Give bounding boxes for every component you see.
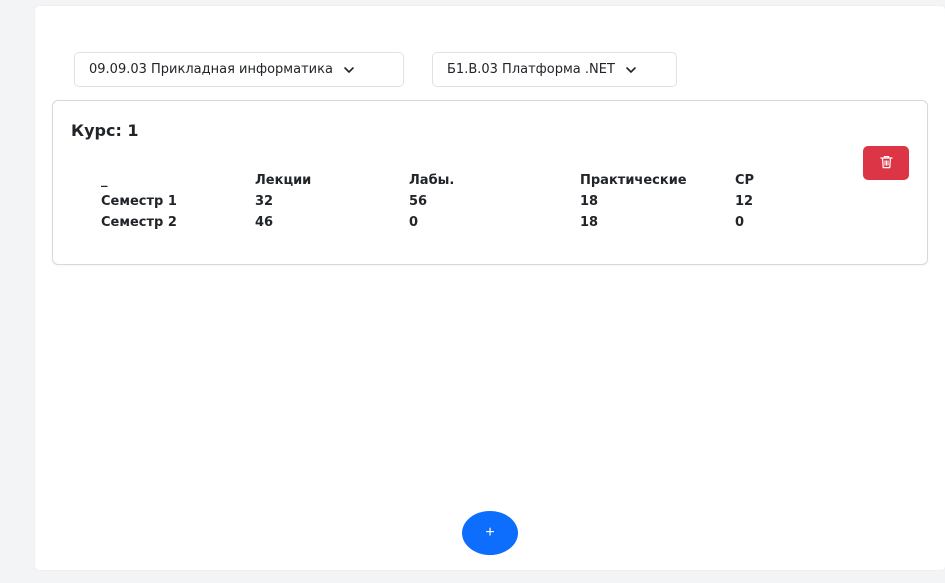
table-header-row: _ Лекции Лабы. Практические СР [101, 161, 795, 188]
table-cell: 18 [580, 194, 599, 209]
chevron-down-icon [625, 64, 637, 76]
table-cell: 12 [735, 194, 754, 209]
discipline-dropdown[interactable]: Б1.В.03 Платформа .NET [432, 52, 677, 87]
plus-icon: + [485, 524, 495, 541]
table-cell: 0 [409, 215, 419, 230]
discipline-dropdown-value: Б1.В.03 Платформа .NET [447, 62, 615, 77]
main-panel: 09.09.03 Прикладная информатика Б1.В.03 … [35, 6, 945, 570]
specialty-dropdown[interactable]: 09.09.03 Прикладная информатика [74, 52, 404, 87]
column-header: Практические [580, 173, 687, 188]
column-header: Лабы. [409, 173, 455, 188]
table-cell: 46 [255, 215, 274, 230]
trash-icon [879, 155, 893, 172]
table-cell: 18 [580, 215, 599, 230]
table-cell: Семестр 1 [101, 194, 177, 209]
course-card: Курс: 1 _ Лекции Лабы. Практические СР С… [52, 100, 928, 265]
add-course-button[interactable]: + [462, 511, 518, 555]
column-header: _ [101, 173, 108, 188]
table-cell: 56 [409, 194, 428, 209]
chevron-down-icon [343, 64, 355, 76]
course-title: Курс: 1 [71, 121, 139, 140]
table-row: Семестр 2 46 0 18 0 [101, 209, 795, 230]
table-cell: 0 [735, 215, 745, 230]
hours-table: _ Лекции Лабы. Практические СР Семестр 1… [101, 161, 795, 230]
column-header: СР [735, 173, 755, 188]
specialty-dropdown-value: 09.09.03 Прикладная информатика [89, 62, 333, 77]
column-header: Лекции [255, 173, 312, 188]
delete-course-button[interactable] [863, 146, 909, 180]
table-cell: 32 [255, 194, 274, 209]
table-row: Семестр 1 32 56 18 12 [101, 188, 795, 209]
table-cell: Семестр 2 [101, 215, 177, 230]
